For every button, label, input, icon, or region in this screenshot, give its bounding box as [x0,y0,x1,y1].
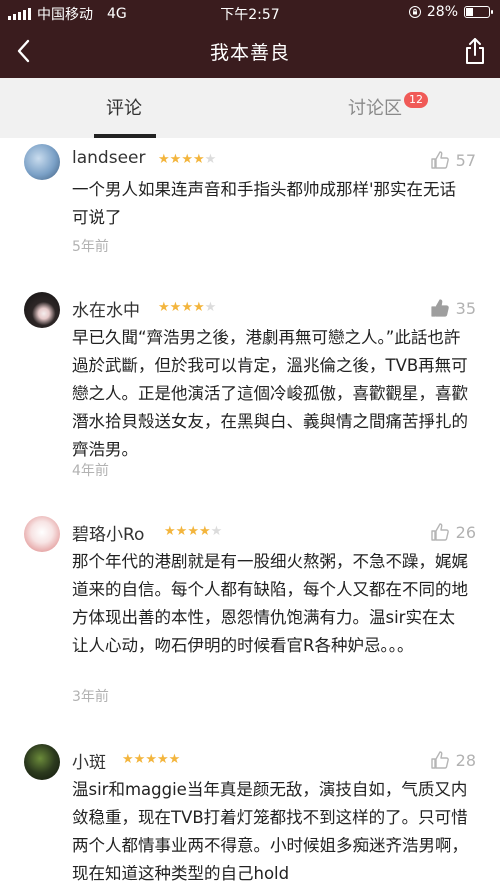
like-count: 26 [455,522,476,542]
review-time: 4年前 [72,463,109,479]
review-username[interactable]: 碧珞小Ro [72,520,144,545]
review-text: 温sir和maggie当年真是颜无敌，演技自如，气质又内敛稳重，现在TVB打着灯… [72,780,468,883]
tab-discussion[interactable]: 讨论区 [348,94,402,120]
star-filled-icon: ★ [192,152,205,167]
review-username[interactable]: 小斑 [72,748,106,773]
star-filled-icon: ★ [168,752,181,767]
top-header: 中国移动 4G 下午2:57 28% 我本善良 [0,0,500,78]
star-filled-icon: ★ [169,300,182,315]
star-rating: ★★★★★ [158,152,216,167]
tab-reviews[interactable]: 评论 [106,94,142,120]
review-username[interactable]: 水在水中 [72,296,140,321]
like-count: 28 [455,750,476,770]
star-filled-icon: ★ [192,300,205,315]
review-text: 早已久聞“齊浩男之後，港劇再無可戀之人。”此話也許過於武斷，但於我可以肯定，溫兆… [72,328,468,459]
status-bar: 中国移动 4G 下午2:57 28% [0,0,500,26]
star-filled-icon: ★ [181,300,193,315]
review-username[interactable]: landseer [72,148,145,168]
star-filled-icon: ★ [181,152,193,167]
discussion-count-badge: 12 [404,92,428,108]
avatar[interactable] [24,516,60,552]
like-button[interactable]: 57 [430,150,476,170]
star-filled-icon: ★ [198,524,211,539]
like-count: 35 [455,298,476,318]
star-filled-icon: ★ [158,152,170,167]
battery-percent: 28% [426,4,458,20]
review-time: 3年前 [72,689,109,705]
rotation-lock-icon [408,6,421,18]
avatar[interactable] [24,744,60,780]
share-button[interactable] [462,36,488,66]
star-filled-icon: ★ [122,752,134,767]
avatar[interactable] [24,292,60,328]
star-rating: ★★★★★ [164,524,222,539]
star-filled-icon: ★ [158,300,170,315]
star-rating: ★★★★★ [122,752,180,767]
thumbs-up-icon [430,523,449,541]
tab-bar: 评论 讨论区 [0,78,500,138]
star-rating: ★★★★★ [158,300,216,315]
like-button[interactable]: 26 [430,522,476,542]
thumbs-up-filled-icon [431,299,449,317]
battery-icon [464,6,493,18]
star-filled-icon: ★ [169,152,182,167]
star-filled-icon: ★ [164,524,176,539]
like-button[interactable]: 35 [430,298,476,318]
thumbs-up-icon [430,751,449,769]
review-text: 一个男人如果连声音和手指头都帅成那样'那实在无话可说了 [72,180,457,227]
like-count: 57 [455,150,476,170]
like-button[interactable]: 28 [430,750,476,770]
share-icon [466,38,484,64]
star-empty-icon: ★ [204,152,217,167]
page-title: 我本善良 [209,42,290,64]
star-filled-icon: ★ [145,752,157,767]
thumbs-up-icon [430,151,449,169]
star-filled-icon: ★ [156,752,169,767]
star-filled-icon: ★ [175,524,188,539]
star-empty-icon: ★ [210,524,223,539]
avatar[interactable] [24,144,60,180]
review-time: 5年前 [72,239,109,255]
star-empty-icon: ★ [204,300,217,315]
star-filled-icon: ★ [187,524,199,539]
star-filled-icon: ★ [133,752,146,767]
review-list[interactable]: landseer ★★★★★ 57 一个男人如果连声音和手指头都帅成那样'那实在… [0,138,500,888]
review-text: 那个年代的港剧就是有一股细火熬粥，不急不躁，娓娓道来的自信。每个人都有缺陷，每个… [72,552,468,655]
